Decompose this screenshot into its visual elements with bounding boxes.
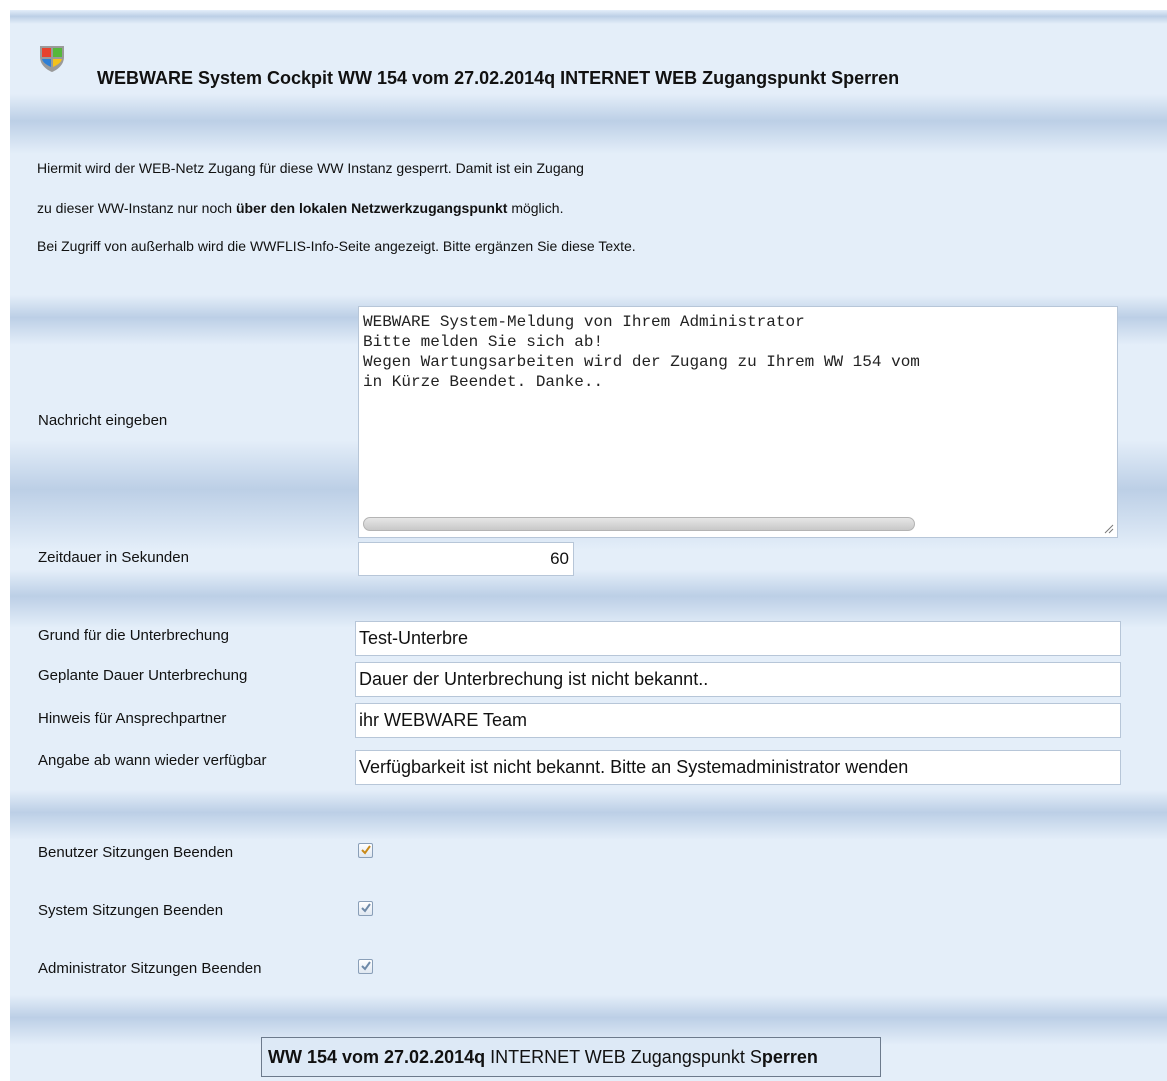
available-input[interactable] (355, 750, 1121, 785)
reason-label: Grund für die Unterbrechung (38, 627, 229, 644)
user-sessions-checkbox[interactable] (358, 843, 373, 858)
contact-input[interactable] (355, 703, 1121, 738)
lock-access-point-button[interactable]: WW 154 vom 27.02.2014q INTERNET WEB Zuga… (261, 1037, 881, 1077)
user-sessions-label: Benutzer Sitzungen Beenden (38, 844, 234, 861)
intro-line-1: Hiermit wird der WEB-Netz Zugang für die… (37, 160, 584, 176)
system-sessions-checkbox[interactable] (358, 901, 373, 916)
contact-label: Hinweis für Ansprechpartner (38, 710, 227, 727)
band-separator-1 (10, 570, 1167, 628)
horizontal-scrollbar[interactable] (363, 517, 915, 531)
intro-line-2-bold: über den lokalen Netzwerkzugangspunkt (235, 200, 508, 216)
checkmark-icon (361, 845, 371, 855)
planned-duration-label: Geplante Dauer Unterbrechung (38, 667, 248, 684)
submit-label-middle: INTERNET WEB Zugangspunkt S (485, 1046, 762, 1067)
message-textarea-box: WEBWARE System-Meldung von Ihrem Adminis… (358, 306, 1118, 538)
intro-line-2-end: möglich. (507, 200, 564, 216)
system-sessions-label: System Sitzungen Beenden (38, 902, 224, 919)
duration-label: Zeitdauer in Sekunden (38, 549, 189, 566)
band-header-bottom (10, 94, 1167, 154)
message-textarea[interactable]: WEBWARE System-Meldung von Ihrem Adminis… (359, 307, 1117, 512)
windows-shield-icon (37, 43, 67, 73)
intro-line-2-start: zu dieser WW-Instanz nur noch (37, 200, 236, 216)
admin-sessions-label: Administrator Sitzungen Beenden (38, 960, 262, 977)
submit-label-tail: perren (761, 1046, 818, 1067)
intro-line-2: zu dieser WW-Instanz nur noch über den l… (37, 200, 563, 216)
submit-label-bold: WW 154 vom 27.02.2014q (268, 1046, 486, 1067)
planned-duration-input[interactable] (355, 662, 1121, 697)
checkmark-icon (361, 903, 371, 913)
band-separator-2 (10, 790, 1167, 840)
admin-sessions-checkbox[interactable] (358, 959, 373, 974)
intro-line-3: Bei Zugriff von außerhalb wird die WWFLI… (37, 238, 636, 254)
cockpit-page: WEBWARE System Cockpit WW 154 vom 27.02.… (10, 10, 1167, 1081)
page-title: WEBWARE System Cockpit WW 154 vom 27.02.… (97, 68, 900, 88)
available-label: Angabe ab wann wieder verfügbar (38, 752, 267, 769)
message-label: Nachricht eingeben (38, 412, 168, 429)
checkmark-icon (361, 961, 371, 971)
duration-input[interactable] (358, 542, 574, 576)
reason-input[interactable] (355, 621, 1121, 656)
resize-grip-icon[interactable] (1104, 524, 1114, 534)
band-top (10, 10, 1167, 24)
